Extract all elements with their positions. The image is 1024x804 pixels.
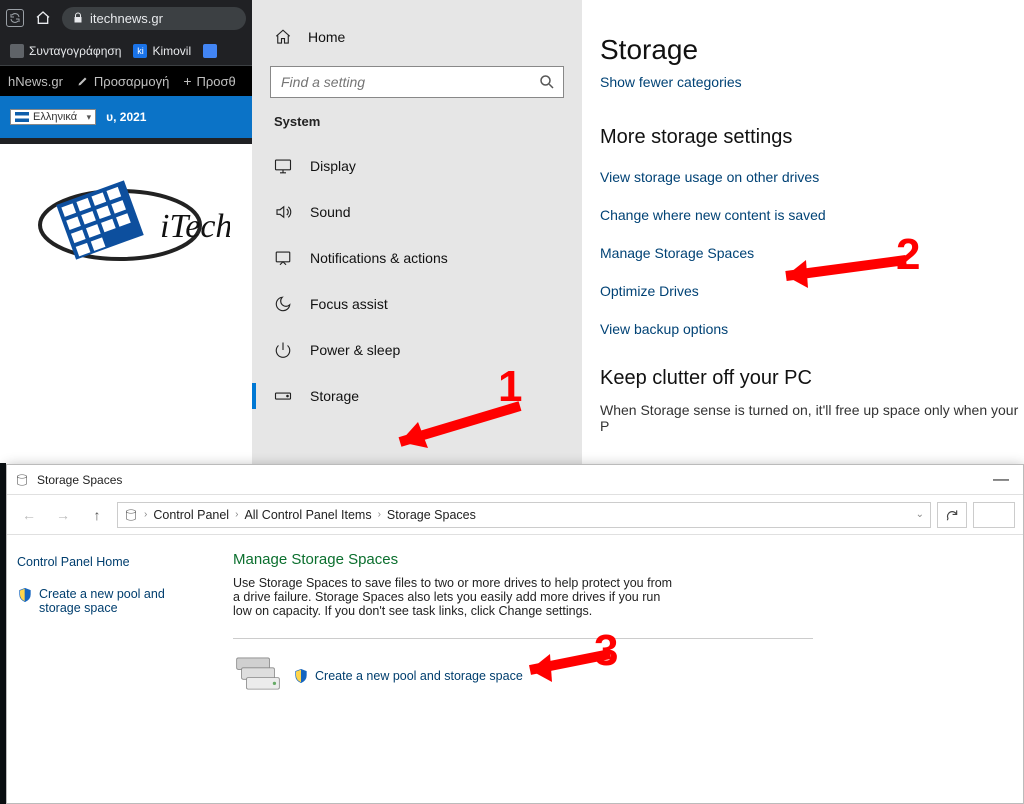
bookmark-icon: ki <box>133 44 147 58</box>
window-titlebar: Storage Spaces — <box>7 465 1023 495</box>
cp-left-panel: Control Panel Home Create a new pool and… <box>7 535 213 803</box>
nav-notifications[interactable]: Notifications & actions <box>252 235 582 281</box>
back-button[interactable]: ← <box>15 503 43 527</box>
reload-icon[interactable] <box>6 9 24 27</box>
power-icon <box>274 341 292 359</box>
home-icon <box>274 28 292 46</box>
cp-description: Use Storage Spaces to save files to two … <box>233 576 673 618</box>
nav-label: Focus assist <box>310 296 388 312</box>
chevron-right-icon: › <box>235 509 238 520</box>
display-icon <box>274 157 292 175</box>
lock-icon <box>72 12 84 24</box>
site-tabs: hNews.gr Προσαρμογή + Προσθ <box>0 66 252 96</box>
shield-icon <box>293 668 309 684</box>
arrow-icon <box>756 250 916 290</box>
cp-main-title: Manage Storage Spaces <box>233 551 1003 568</box>
breadcrumb[interactable]: › Control Panel › All Control Panel Item… <box>117 502 931 528</box>
site-tab[interactable]: hNews.gr <box>8 74 63 89</box>
sound-icon <box>274 203 292 221</box>
logo-graphic: iTech <box>30 165 230 285</box>
crumb-item[interactable]: Control Panel <box>153 508 229 522</box>
crumb-item[interactable]: All Control Panel Items <box>244 508 371 522</box>
language-label: Ελληνικά <box>33 111 77 123</box>
controlpanel-window: Storage Spaces — ← → ↑ › Control Panel ›… <box>6 464 1024 804</box>
nav-group-label: System <box>252 114 582 129</box>
refresh-button[interactable] <box>937 502 967 528</box>
home-browser-icon[interactable] <box>34 9 52 27</box>
link-other-drives[interactable]: View storage usage on other drives <box>600 169 1024 185</box>
chevron-right-icon: › <box>144 509 147 520</box>
up-button[interactable]: ↑ <box>83 503 111 527</box>
search-input[interactable] <box>270 66 564 98</box>
nav-label: Notifications & actions <box>310 250 448 266</box>
bookmark-item[interactable]: Συνταγογράφηση <box>10 44 121 58</box>
annotation-3: 3 <box>594 626 618 676</box>
search-controlpanel[interactable] <box>973 502 1015 528</box>
shield-icon <box>17 587 33 603</box>
address-bar: ← → ↑ › Control Panel › All Control Pane… <box>7 495 1023 535</box>
chevron-right-icon: › <box>378 509 381 520</box>
clutter-heading: Keep clutter off your PC <box>600 367 1024 390</box>
cp-create-pool-link-main[interactable]: Create a new pool and storage space <box>293 668 523 684</box>
bookmark-icon <box>10 44 24 58</box>
url-text: itechnews.gr <box>90 11 163 26</box>
drives-icon <box>233 653 283 699</box>
divider <box>233 638 813 639</box>
bookmark-icon[interactable] <box>203 44 217 58</box>
notifications-icon <box>274 249 292 267</box>
storage-spaces-icon <box>124 508 138 522</box>
cp-create-pool-link-side[interactable]: Create a new pool and storage space <box>17 587 203 615</box>
window-title: Storage Spaces <box>37 473 122 487</box>
plus-icon: + <box>183 73 191 89</box>
page-title: Storage <box>600 34 1024 66</box>
show-fewer-link[interactable]: Show fewer categories <box>600 74 1024 90</box>
chevron-down-icon[interactable]: ⌄ <box>916 509 924 520</box>
site-logo[interactable]: iTech <box>30 160 230 290</box>
link-new-content[interactable]: Change where new content is saved <box>600 207 1024 223</box>
language-strip: Ελληνικά υ, 2021 <box>0 96 252 138</box>
annotation-2: 2 <box>896 230 920 280</box>
nav-label: Sound <box>310 204 350 220</box>
link-backup-options[interactable]: View backup options <box>600 321 1024 337</box>
nav-home-label: Home <box>308 29 345 45</box>
date-text: υ, 2021 <box>106 110 146 124</box>
cp-home-link[interactable]: Control Panel Home <box>17 555 203 569</box>
bookmarks-bar: Συνταγογράφηση ki Kimovil <box>0 36 252 66</box>
site-tab[interactable]: Προσαρμογή <box>77 74 169 89</box>
flag-icon <box>15 112 29 122</box>
nav-label: Storage <box>310 388 359 404</box>
nav-home[interactable]: Home <box>252 18 582 56</box>
brush-icon <box>77 75 89 87</box>
nav-label: Display <box>310 158 356 174</box>
storage-spaces-icon <box>15 473 29 487</box>
cp-side-link-label: Create a new pool and storage space <box>39 587 203 615</box>
url-field[interactable]: itechnews.gr <box>62 7 246 30</box>
nav-display[interactable]: Display <box>252 143 582 189</box>
clutter-description: When Storage sense is turned on, it'll f… <box>600 402 1024 434</box>
nav-focus[interactable]: Focus assist <box>252 281 582 327</box>
bookmark-label: Kimovil <box>152 44 191 58</box>
bookmark-label: Συνταγογράφηση <box>29 44 121 58</box>
svg-text:iTech: iTech <box>160 208 230 245</box>
url-bar: itechnews.gr <box>0 0 252 36</box>
settings-main: Storage Show fewer categories More stora… <box>582 0 1024 464</box>
forward-button[interactable]: → <box>49 503 77 527</box>
site-tab[interactable]: + Προσθ <box>183 73 235 89</box>
more-settings-heading: More storage settings <box>600 126 1024 149</box>
nav-power[interactable]: Power & sleep <box>252 327 582 373</box>
browser-header: itechnews.gr Συνταγογράφηση ki Kimovil h… <box>0 0 252 144</box>
language-select[interactable]: Ελληνικά <box>10 109 96 125</box>
storage-icon <box>274 387 292 405</box>
nav-sound[interactable]: Sound <box>252 189 582 235</box>
search-icon <box>538 73 556 91</box>
annotation-1: 1 <box>498 362 522 412</box>
settings-sidebar: Home System Display Sound Notifications … <box>252 0 582 464</box>
focus-icon <box>274 295 292 313</box>
minimize-icon[interactable]: — <box>987 471 1015 489</box>
nav-label: Power & sleep <box>310 342 400 358</box>
cp-action-label: Create a new pool and storage space <box>315 669 523 683</box>
bookmark-item[interactable]: ki Kimovil <box>133 44 191 58</box>
crumb-item[interactable]: Storage Spaces <box>387 508 476 522</box>
